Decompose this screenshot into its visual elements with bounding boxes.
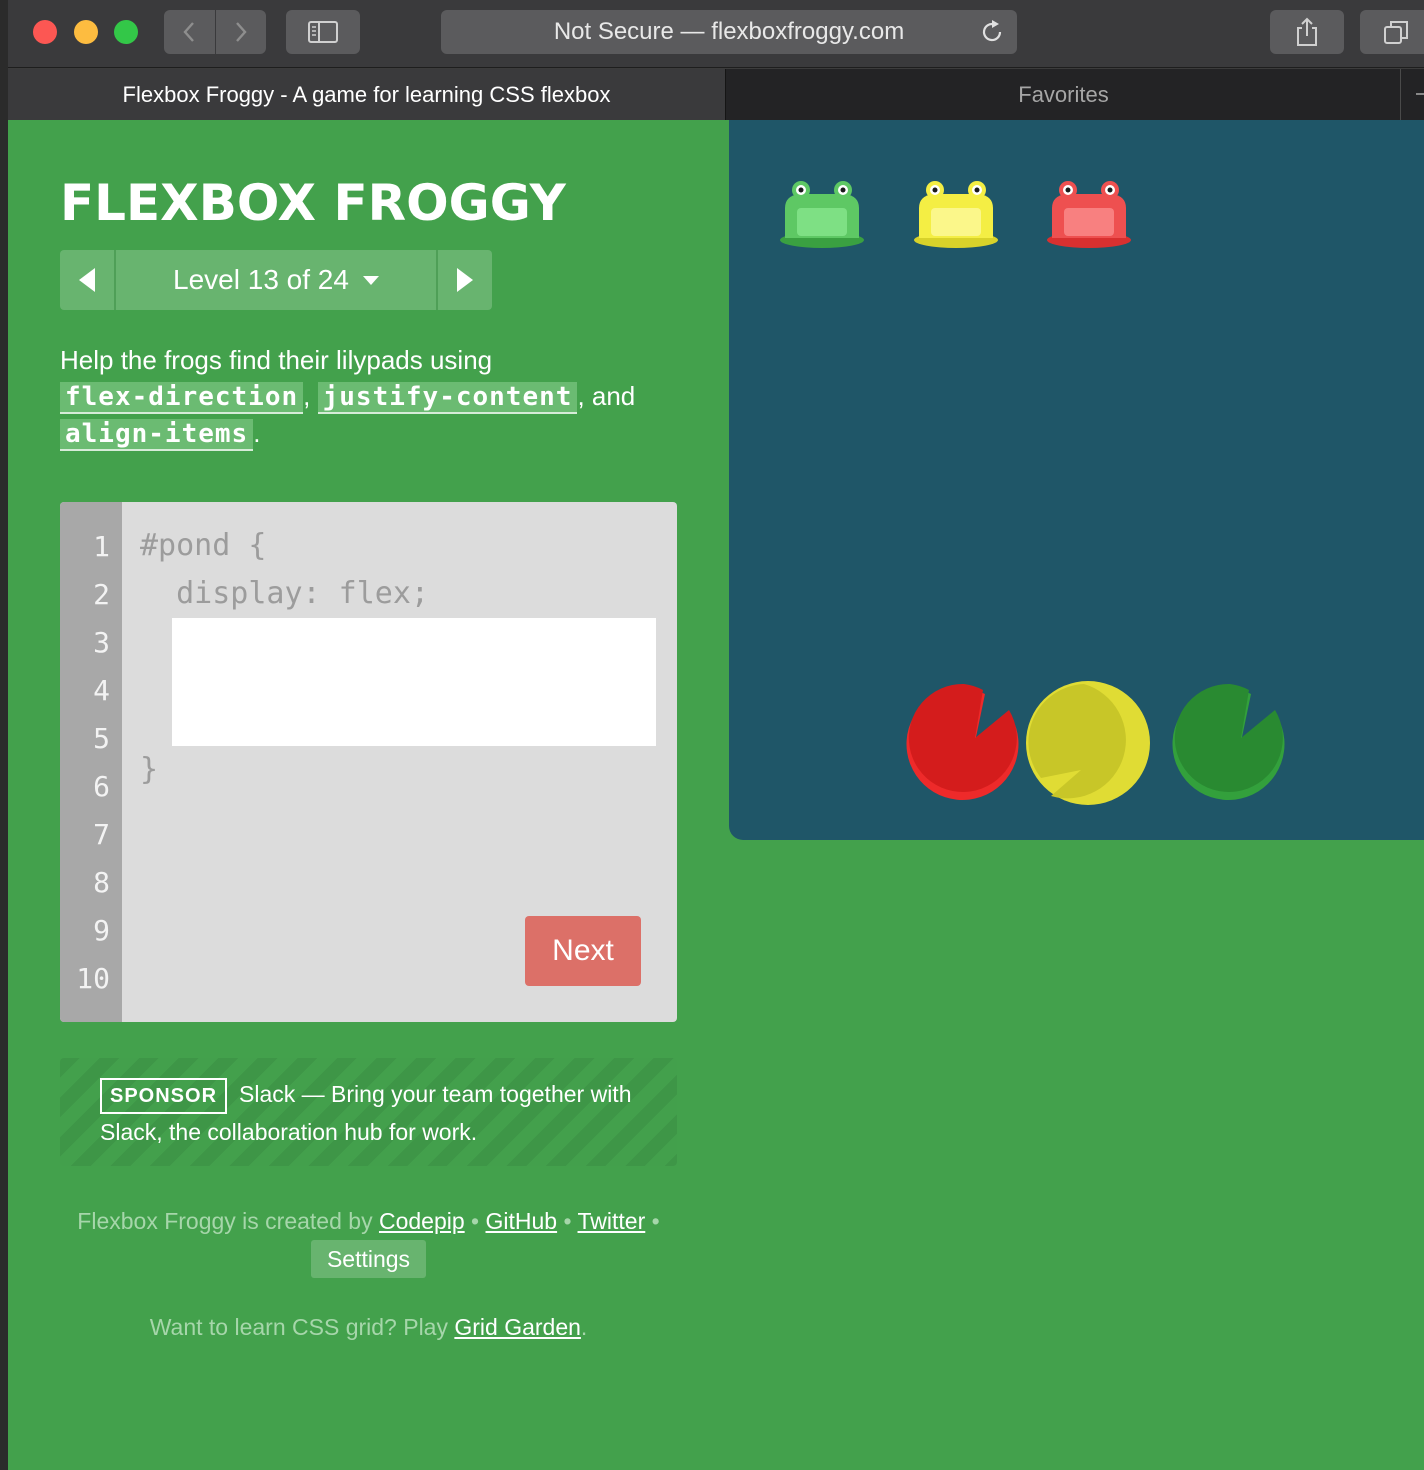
triangle-right-icon: [457, 268, 473, 292]
line-number: 10: [76, 962, 110, 995]
instructions-end: .: [253, 418, 261, 448]
keyword-flex-direction[interactable]: flex-direction: [60, 382, 304, 414]
line-number: 7: [93, 818, 110, 851]
line-number: 9: [93, 914, 110, 947]
instructions-sep-2: , and: [577, 381, 636, 411]
yellow-frog: [914, 181, 998, 248]
triangle-left-icon: [79, 268, 95, 292]
keyword-justify-content[interactable]: justify-content: [317, 382, 578, 414]
instructions-sep-1: ,: [303, 381, 311, 411]
line-number: 3: [93, 626, 110, 659]
grid-garden-promo: Want to learn CSS grid? Play Grid Garden…: [60, 1314, 677, 1341]
level-instructions: Help the frogs find their lilypads using…: [60, 342, 670, 452]
pond: [729, 120, 1424, 840]
sponsor-badge: SPONSOR: [100, 1078, 228, 1114]
footer-created-by: Flexbox Froggy is created by: [77, 1208, 373, 1234]
twitter-link[interactable]: Twitter: [578, 1208, 646, 1234]
next-button[interactable]: Next: [525, 916, 641, 986]
line-number-gutter: 1 2 3 4 5 6 7 8 9 10: [60, 502, 122, 1022]
line-number: 5: [93, 722, 110, 755]
red-lilypad: [906, 683, 1019, 800]
footer-bullet: •: [651, 1208, 660, 1234]
line-number: 6: [93, 770, 110, 803]
sidebar-icon: [308, 21, 338, 43]
tab-favorites[interactable]: Favorites: [727, 69, 1401, 120]
caret-down-icon: [362, 275, 379, 285]
keyword-align-items[interactable]: align-items: [60, 419, 254, 451]
code-line-display: display: flex;: [140, 576, 429, 611]
chevron-left-icon: [183, 22, 195, 42]
new-tab-icon[interactable]: [1416, 93, 1424, 95]
share-icon: [1297, 17, 1317, 46]
previous-level-button[interactable]: [60, 250, 116, 310]
green-frog: [780, 181, 864, 248]
tabs-overview-icon: [1384, 21, 1408, 44]
line-number: 4: [93, 674, 110, 707]
codepip-link[interactable]: Codepip: [379, 1208, 465, 1234]
green-lilypad: [1172, 683, 1285, 800]
level-navigation: Level 13 of 24: [60, 250, 492, 310]
github-link[interactable]: GitHub: [486, 1208, 558, 1234]
forward-button[interactable]: [214, 10, 267, 54]
sponsor-banner[interactable]: SPONSOR Slack — Bring your team together …: [60, 1058, 677, 1166]
code-line-selector: #pond {: [140, 528, 267, 563]
line-number: 1: [93, 530, 110, 563]
reload-icon[interactable]: [979, 19, 1005, 45]
sponsor-content: SPONSOR Slack — Bring your team together …: [100, 1076, 660, 1150]
footer-bullet: •: [563, 1208, 572, 1234]
chevron-right-icon: [235, 22, 247, 42]
maximize-window-button[interactable]: [114, 20, 138, 44]
level-indicator: Level 13 of 24: [173, 264, 349, 295]
red-frog: [1047, 181, 1131, 248]
grid-promo-text: Want to learn CSS grid? Play: [149, 1314, 448, 1340]
footer-bullet: •: [471, 1208, 480, 1234]
show-tabs-button[interactable]: [1360, 10, 1424, 54]
grid-garden-link[interactable]: Grid Garden: [454, 1314, 581, 1340]
tab-bar: Flexbox Froggy - A game for learning CSS…: [8, 69, 1424, 120]
grid-promo-end: .: [580, 1314, 588, 1340]
level-dropdown[interactable]: Level 13 of 24: [116, 250, 436, 310]
window-edge: [0, 0, 8, 1470]
browser-toolbar: Not Secure — flexboxfroggy.com: [8, 0, 1424, 68]
footer-credits: Flexbox Froggy is created by Codepip • G…: [60, 1202, 677, 1278]
settings-button[interactable]: Settings: [310, 1240, 427, 1278]
address-text: Not Secure — flexboxfroggy.com: [553, 18, 905, 45]
yellow-lilypad: [1026, 681, 1150, 805]
line-number: 2: [93, 578, 110, 611]
history-navigation: [164, 10, 266, 54]
game-page: FLEXBOX FROGGY Level 13 of 24 Help the f…: [8, 120, 1424, 1470]
minimize-window-button[interactable]: [74, 20, 98, 44]
game-title: FLEXBOX FROGGY: [60, 174, 566, 232]
next-level-button[interactable]: [436, 250, 492, 310]
tab-flexbox-froggy[interactable]: Flexbox Froggy - A game for learning CSS…: [8, 69, 726, 120]
instructions-text: Help the frogs find their lilypads using: [60, 345, 493, 375]
share-button[interactable]: [1270, 10, 1344, 54]
line-number: 8: [93, 866, 110, 899]
sidebar-toggle-button[interactable]: [286, 10, 360, 54]
css-code-input[interactable]: [172, 618, 656, 746]
close-window-button[interactable]: [33, 20, 57, 44]
address-bar[interactable]: Not Secure — flexboxfroggy.com: [441, 10, 1017, 54]
code-line-close-brace: }: [140, 752, 159, 787]
back-button[interactable]: [164, 10, 215, 54]
css-editor: 1 2 3 4 5 6 7 8 9 10 #pond { display: fl…: [60, 502, 677, 1022]
